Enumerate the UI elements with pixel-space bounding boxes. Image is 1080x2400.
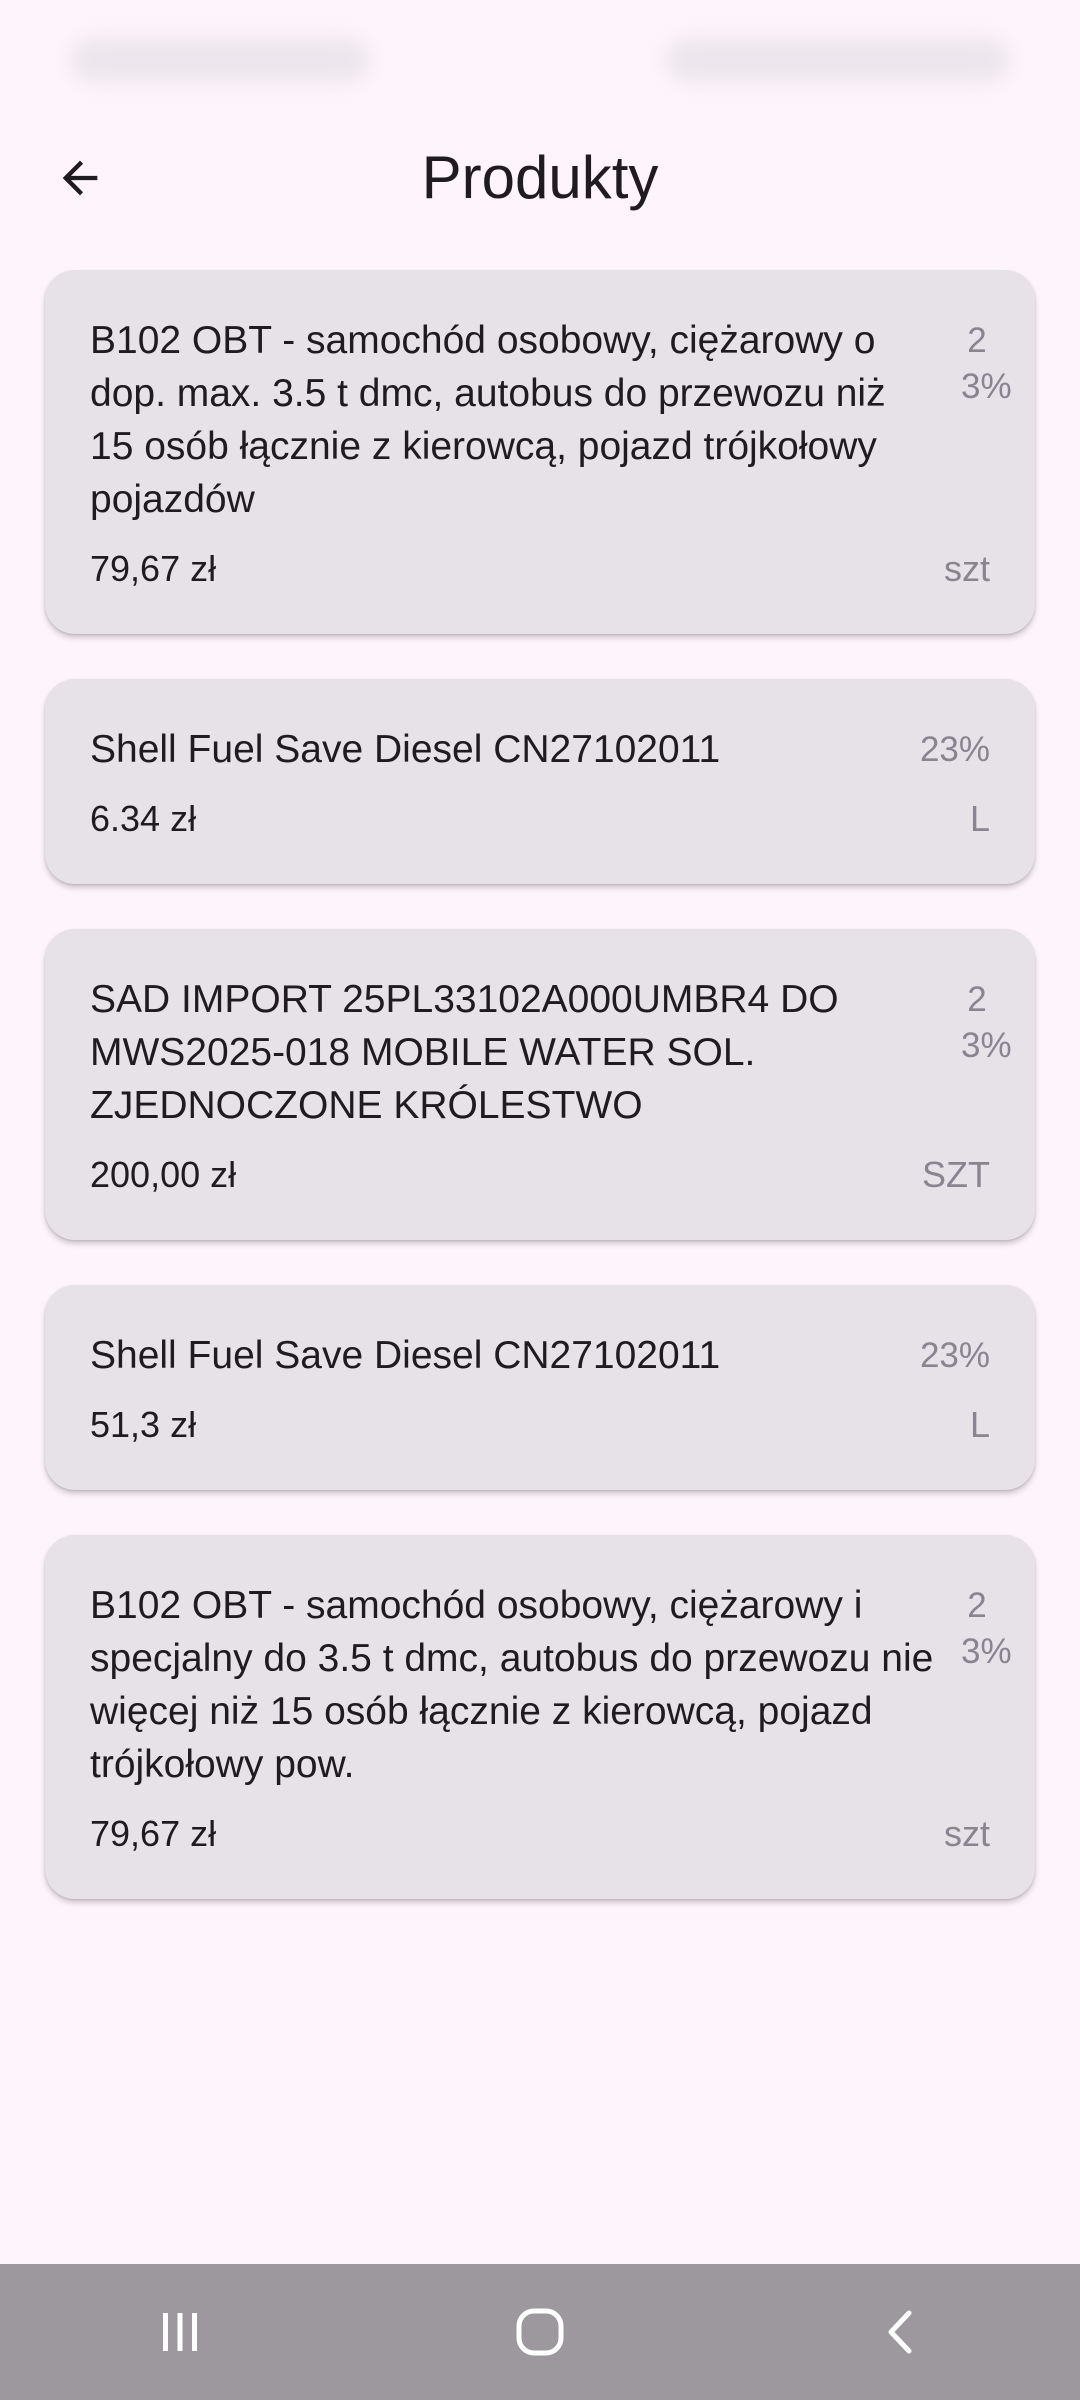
recents-button[interactable] bbox=[100, 2277, 260, 2387]
system-navigation-bar bbox=[0, 2264, 1080, 2400]
product-tax-rate: 23% bbox=[961, 321, 1012, 406]
product-tax-rate: 23% bbox=[919, 730, 990, 769]
product-price: 79,67 zł bbox=[90, 548, 217, 589]
product-name: B102 OBT - samochód osobowy, ciężarowy i… bbox=[90, 1584, 934, 1786]
product-unit: szt bbox=[943, 548, 990, 589]
product-name: B102 OBT - samochód osobowy, ciężarowy o… bbox=[90, 319, 886, 521]
recents-icon bbox=[163, 2313, 197, 2351]
status-bar-right-blurred bbox=[665, 38, 1010, 82]
product-price: 200,00 zł bbox=[90, 1154, 237, 1195]
product-card[interactable]: SAD IMPORT 25PL33102A000UMBR4 DO MWS2025… bbox=[45, 929, 1035, 1240]
product-card[interactable]: B102 OBT - samochód osobowy, ciężarowy o… bbox=[45, 270, 1035, 634]
product-tax-rate: 23% bbox=[961, 980, 1012, 1065]
status-bar-left-blurred bbox=[70, 38, 370, 82]
product-price: 79,67 zł bbox=[90, 1813, 217, 1854]
product-list: B102 OBT - samochód osobowy, ciężarowy o… bbox=[45, 270, 1035, 1944]
status-bar bbox=[0, 0, 1080, 120]
page-title: Produkty bbox=[421, 144, 659, 211]
product-price: 51,3 zł bbox=[90, 1404, 197, 1445]
product-tax-rate: 23% bbox=[961, 1586, 1012, 1671]
product-card[interactable]: B102 OBT - samochód osobowy, ciężarowy i… bbox=[45, 1535, 1035, 1899]
system-back-button[interactable] bbox=[820, 2277, 980, 2387]
home-icon bbox=[516, 2308, 564, 2356]
product-unit: L bbox=[969, 798, 990, 839]
product-name: Shell Fuel Save Diesel CN27102011 bbox=[90, 728, 721, 771]
product-card[interactable]: Shell Fuel Save Diesel CN27102011 23% 6.… bbox=[45, 679, 1035, 884]
product-unit: L bbox=[969, 1404, 990, 1445]
product-unit: SZT bbox=[922, 1154, 990, 1195]
app-bar: Produkty bbox=[0, 120, 1080, 236]
product-tax-rate: 23% bbox=[919, 1336, 990, 1375]
product-name: Shell Fuel Save Diesel CN27102011 bbox=[90, 1334, 721, 1377]
back-chevron-icon bbox=[888, 2310, 912, 2354]
home-button[interactable] bbox=[460, 2277, 620, 2387]
product-name: SAD IMPORT 25PL33102A000UMBR4 DO MWS2025… bbox=[90, 978, 839, 1127]
product-price: 6.34 zł bbox=[90, 798, 197, 839]
product-card[interactable]: Shell Fuel Save Diesel CN27102011 23% 51… bbox=[45, 1285, 1035, 1490]
product-unit: szt bbox=[943, 1813, 990, 1854]
